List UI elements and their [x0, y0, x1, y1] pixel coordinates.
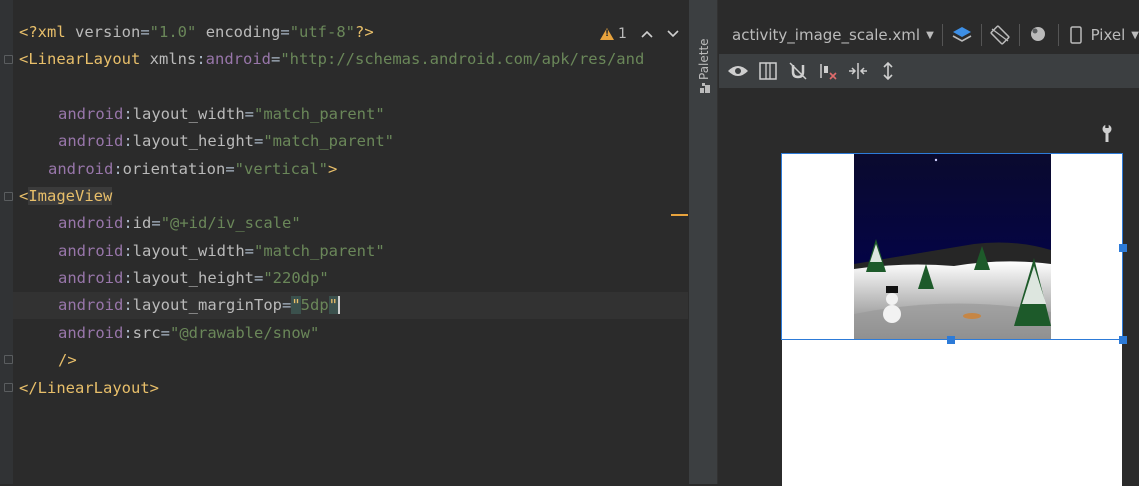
- chevron-down-icon[interactable]: [667, 26, 679, 42]
- toolbar-separator: [1019, 24, 1021, 46]
- code-line-8: android:id="@+id/iv_scale": [58, 214, 301, 232]
- warning-count: 1: [618, 26, 627, 42]
- tag-close: </LinearLayout>: [19, 379, 159, 397]
- selected-view-outline[interactable]: [781, 153, 1127, 344]
- attr-name: layout_width: [132, 242, 245, 260]
- attr-value: 5dp: [300, 296, 329, 314]
- attr-value: "1.0": [149, 23, 197, 41]
- fold-marker[interactable]: [4, 192, 13, 201]
- attr-value: "http://schemas.android.com/apk/res/and: [280, 50, 645, 68]
- resize-handle-bottom[interactable]: [947, 336, 955, 344]
- design-canvas[interactable]: [719, 88, 1139, 486]
- pack-horizontal-icon[interactable]: [847, 60, 869, 82]
- fold-marker[interactable]: [4, 355, 13, 364]
- resize-handle-right[interactable]: [1119, 244, 1127, 252]
- attr-ns: android: [58, 242, 124, 260]
- warning-icon: [600, 28, 614, 40]
- constraint-toolbar: [719, 54, 1139, 89]
- tag-close: >: [328, 160, 338, 178]
- code-editor[interactable]: <?xml version="1.0" encoding="utf-8"?> <…: [0, 0, 688, 484]
- tag-name-highlighted: ImageView: [28, 187, 113, 205]
- tag-self-close: />: [58, 351, 77, 369]
- attr-value: "220dp": [263, 269, 329, 287]
- resize-handle-corner[interactable]: [1119, 336, 1127, 344]
- attr-name: layout_height: [132, 132, 254, 150]
- code-line-12: android:src="@drawable/snow": [58, 324, 320, 342]
- warning-stripe-marker[interactable]: [671, 214, 688, 216]
- clear-constraints-icon[interactable]: [817, 60, 839, 82]
- palette-icon: [700, 83, 710, 93]
- inspection-widget[interactable]: 1: [600, 24, 679, 44]
- toolbar-separator: [1058, 24, 1059, 46]
- toolbar-separator: [941, 24, 943, 46]
- attr-value: "utf-8": [289, 23, 356, 41]
- code-line-7: <ImageView: [19, 183, 113, 210]
- code-line-1: <?xml version="1.0" encoding="utf-8"?>: [19, 23, 374, 41]
- code-line-14: </LinearLayout>: [19, 375, 159, 402]
- attr-name: id: [132, 214, 152, 232]
- attr-name: orientation: [122, 160, 226, 178]
- xml-decl: <?xml: [19, 23, 75, 41]
- quote-match: ": [291, 296, 301, 314]
- attr-value: "@drawable/snow": [170, 324, 320, 342]
- rotate-icon[interactable]: [989, 24, 1011, 46]
- attr-value: "@+id/iv_scale": [160, 214, 301, 232]
- quote-match: ": [328, 296, 341, 314]
- attr-value: "match_parent": [254, 242, 385, 260]
- code-line-6: android:orientation="vertical">: [48, 160, 338, 178]
- attr-ns: android: [58, 324, 124, 342]
- design-toolbar: activity_image_scale.xml ▼ Pixel ▼: [719, 16, 1139, 54]
- chevron-up-icon[interactable]: [641, 26, 653, 42]
- chevron-down-icon[interactable]: ▼: [926, 30, 934, 41]
- layers-icon[interactable]: [951, 24, 973, 46]
- toolbar-separator: [980, 24, 982, 46]
- attr-ns: android: [205, 50, 271, 68]
- eye-icon[interactable]: [727, 60, 749, 82]
- code-line-5: android:layout_height="match_parent": [58, 132, 394, 150]
- chevron-down-icon[interactable]: ▼: [1131, 30, 1139, 41]
- design-panel: activity_image_scale.xml ▼ Pixel ▼: [719, 0, 1139, 486]
- attr-ns: android: [58, 269, 124, 287]
- attr-value: "match_parent": [263, 132, 394, 150]
- palette-tab[interactable]: Palette: [697, 38, 711, 80]
- layout-file-selector[interactable]: activity_image_scale.xml: [732, 26, 920, 44]
- phone-icon[interactable]: [1067, 24, 1085, 46]
- theme-icon[interactable]: [1028, 24, 1050, 46]
- attr-ns: android: [58, 296, 124, 314]
- attr-ns: android: [58, 214, 124, 232]
- attr-name: src: [132, 324, 161, 342]
- attr-name: layout_height: [132, 269, 254, 287]
- xml-decl-close: ?>: [355, 23, 374, 41]
- code-line-11-current: android:layout_marginTop="5dp": [13, 292, 688, 319]
- attr-name: version: [75, 23, 141, 41]
- attr-value: "match_parent": [254, 105, 385, 123]
- attr-ns: android: [48, 160, 114, 178]
- attr-ns: android: [58, 132, 124, 150]
- code-line-2: <LinearLayout xmlns:android="http://sche…: [19, 50, 645, 68]
- attr-name: xmlns: [149, 50, 197, 68]
- code-line-13: />: [58, 347, 77, 374]
- code-line-10: android:layout_height="220dp": [58, 269, 329, 287]
- wrench-icon[interactable]: [1100, 124, 1114, 142]
- attr-name: layout_marginTop: [132, 296, 282, 314]
- code-line-4: android:layout_width="match_parent": [58, 105, 385, 123]
- device-selector[interactable]: Pixel: [1091, 26, 1126, 44]
- tag-open: <LinearLayout: [19, 50, 150, 68]
- editor-gutter: [0, 0, 13, 484]
- fold-marker[interactable]: [4, 383, 13, 392]
- magnet-off-icon[interactable]: [787, 60, 809, 82]
- blueprint-icon[interactable]: [757, 60, 779, 82]
- attr-name: layout_width: [132, 105, 245, 123]
- attr-name: encoding: [205, 23, 281, 41]
- code-line-9: android:layout_width="match_parent": [58, 242, 385, 260]
- attr-value: "vertical": [234, 160, 328, 178]
- attr-ns: android: [58, 105, 124, 123]
- tag-open: <: [19, 187, 29, 205]
- fold-marker[interactable]: [4, 55, 13, 64]
- pack-vertical-icon[interactable]: [877, 60, 899, 82]
